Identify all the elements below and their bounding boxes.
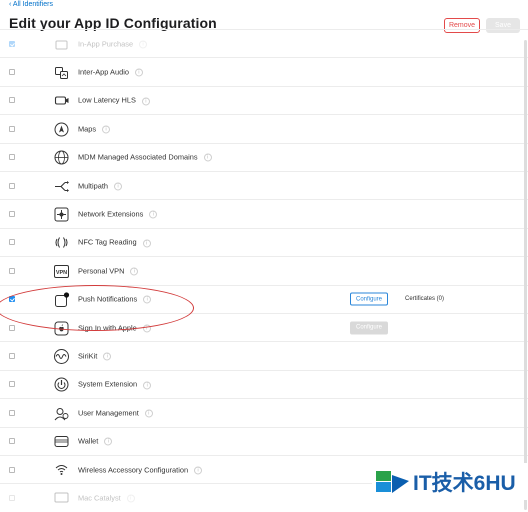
capability-label: Personal VPN i	[78, 266, 139, 276]
nfc-icon	[53, 234, 70, 251]
capability-label-text: User Management	[78, 408, 139, 418]
info-icon[interactable]: i	[102, 125, 111, 134]
capability-label-text: Inter-App Audio	[78, 67, 129, 77]
capability-checkbox[interactable]	[9, 154, 15, 161]
capability-label: Mac Catalyst i	[78, 494, 135, 503]
info-icon[interactable]: i	[139, 40, 148, 49]
info-icon[interactable]: i	[103, 352, 112, 361]
wallet-icon	[53, 433, 70, 450]
configure-button-disabled: Configure	[350, 321, 389, 335]
capability-label: Maps i	[78, 124, 111, 134]
capability-checkbox[interactable]	[9, 125, 15, 132]
in-app-purchase-icon	[53, 36, 70, 53]
capability-label-text: MDM Managed Associated Domains	[78, 152, 198, 162]
capability-checkbox[interactable]	[9, 466, 15, 473]
capability-row: In-App Purchase i	[0, 29, 528, 57]
info-icon[interactable]: i	[134, 68, 143, 77]
capability-label: MDM Managed Associated Domains i	[78, 153, 212, 162]
info-icon[interactable]: i	[104, 437, 113, 446]
user-management-icon	[53, 405, 70, 422]
capability-label-text: Mac Catalyst	[78, 493, 121, 503]
capability-label-text: Personal VPN	[78, 266, 125, 276]
capability-label: Inter-App Audio i	[78, 68, 143, 77]
capability-row: SiriKit i	[0, 341, 528, 369]
capability-label-text: NFC Tag Reading	[78, 237, 137, 247]
capability-checkbox[interactable]	[9, 267, 15, 274]
info-icon[interactable]: i	[194, 466, 203, 475]
info-icon[interactable]: i	[143, 381, 152, 390]
info-icon[interactable]: i	[130, 267, 139, 276]
info-icon[interactable]: i	[203, 153, 212, 162]
capability-label: NFC Tag Reading i	[78, 237, 151, 248]
capability-label: System Extension i	[78, 379, 152, 390]
capability-row: User Management i	[0, 398, 528, 426]
capability-row: Low Latency HLS i	[0, 85, 528, 114]
capability-checkbox[interactable]	[9, 438, 15, 445]
capability-row: System Extension i	[0, 369, 528, 398]
capability-checkbox[interactable]	[9, 69, 15, 76]
capability-label: Wireless Accessory Configuration i	[78, 465, 203, 475]
mdm-domains-icon	[53, 149, 70, 166]
capability-checkbox[interactable]	[9, 495, 15, 502]
capability-label-text: SiriKit	[78, 351, 98, 361]
info-icon[interactable]: i	[141, 97, 150, 106]
capability-label-text: Multipath	[78, 181, 108, 191]
capability-label-text: Wallet	[78, 436, 99, 446]
svg-text:VPN: VPN	[56, 270, 67, 276]
capability-label: Multipath i	[78, 181, 122, 191]
mac-catalyst-icon	[53, 490, 70, 507]
capability-checkbox[interactable]	[9, 409, 15, 416]
capability-row: Maps i	[0, 114, 528, 142]
watermark-text: IT技术6HU	[413, 471, 516, 495]
capability-label: In-App Purchase i	[78, 39, 148, 49]
capability-label-text: System Extension	[78, 379, 138, 389]
capability-checkbox[interactable]	[9, 324, 15, 331]
capability-checkbox[interactable]	[9, 353, 15, 360]
capability-checkbox[interactable]	[9, 211, 15, 218]
capability-row: Inter-App Audio i	[0, 57, 528, 85]
configure-button[interactable]: Configure	[350, 292, 389, 306]
capability-label: User Management i	[78, 408, 153, 418]
info-icon[interactable]: i	[144, 409, 153, 418]
capability-checkbox[interactable]	[9, 239, 15, 246]
capability-checkbox[interactable]	[9, 97, 15, 104]
capability-checkbox[interactable]	[9, 182, 15, 189]
info-icon[interactable]: i	[149, 210, 158, 219]
capability-row: VPN Personal VPN i	[0, 256, 528, 284]
capability-row: MDM Managed Associated Domains i	[0, 142, 528, 171]
inter-app-audio-icon	[53, 64, 70, 81]
capability-label-text: Wireless Accessory Configuration	[78, 465, 189, 475]
capability-label-text: Network Extensions	[78, 209, 144, 219]
low-latency-hls-icon	[53, 92, 70, 109]
capability-label: SiriKit i	[78, 351, 112, 361]
capability-label-text: In-App Purchase	[78, 39, 134, 49]
capability-label: Low Latency HLS i	[78, 95, 150, 106]
network-extensions-icon	[53, 206, 70, 223]
capability-row: Multipath i	[0, 171, 528, 199]
watermark-logo-icon	[376, 471, 409, 493]
capability-row: Network Extensions i	[0, 199, 528, 227]
multipath-icon	[53, 178, 70, 195]
capability-row: Wallet i	[0, 426, 528, 455]
scrollbar[interactable]	[524, 40, 527, 510]
highlight-ellipse	[0, 285, 194, 331]
capability-checkbox[interactable]	[9, 40, 15, 47]
back-link[interactable]: ‹ All Identifiers	[9, 1, 53, 8]
capability-label: Wallet i	[78, 436, 113, 446]
system-extension-icon	[53, 376, 70, 393]
info-icon[interactable]: i	[142, 239, 151, 248]
wireless-accessory-icon	[53, 462, 70, 479]
capability-checkbox[interactable]	[9, 381, 15, 388]
vpn-icon: VPN	[53, 263, 70, 280]
capability-label-text: Low Latency HLS	[78, 95, 136, 105]
capability-label-text: Maps	[78, 124, 97, 134]
capability-row: NFC Tag Reading i	[0, 227, 528, 256]
info-icon[interactable]: i	[114, 182, 122, 191]
maps-icon	[53, 121, 70, 138]
certificates-count: Certificates (0)	[405, 296, 445, 303]
watermark: IT技术6HU	[372, 463, 528, 500]
capability-label: Network Extensions i	[78, 209, 158, 219]
sirikit-icon	[53, 348, 70, 365]
info-icon[interactable]: i	[126, 494, 135, 503]
